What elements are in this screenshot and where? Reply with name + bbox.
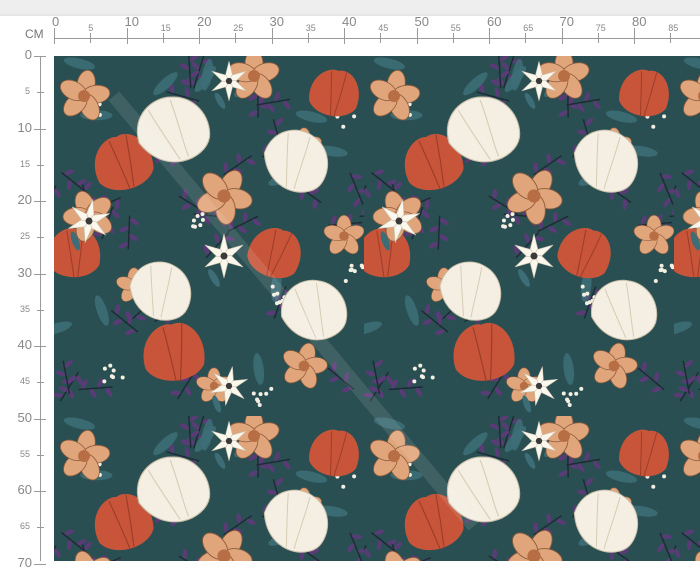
- horizontal-ruler-label: 0: [52, 14, 60, 29]
- horizontal-ruler-label: 10: [124, 14, 139, 29]
- vertical-ruler-label: 65: [19, 521, 30, 532]
- horizontal-ruler-tick: [561, 28, 563, 44]
- horizontal-ruler-tick: [162, 33, 164, 43]
- horizontal-ruler-tick: [126, 28, 128, 44]
- top-bar: [0, 0, 700, 14]
- vertical-ruler-tick: [37, 237, 44, 239]
- vertical-ruler-tick: [34, 56, 46, 57]
- horizontal-ruler-label: 45: [378, 23, 389, 33]
- vertical-ruler-label: 25: [19, 231, 30, 242]
- vertical-ruler-label: 45: [19, 376, 30, 387]
- vertical-ruler-tick: [37, 92, 44, 94]
- horizontal-ruler-tick: [90, 33, 92, 43]
- fabric-pattern-preview: [54, 56, 700, 561]
- vertical-ruler-tick: [34, 201, 46, 202]
- horizontal-ruler-label: 30: [269, 14, 284, 29]
- vertical-ruler-label: 20: [17, 192, 32, 207]
- horizontal-ruler-tick: [307, 33, 309, 43]
- vertical-ruler-label: 70: [17, 554, 32, 570]
- horizontal-ruler-label: 80: [632, 14, 647, 29]
- horizontal-ruler-tick: [416, 28, 418, 44]
- vertical-ruler-label: 50: [17, 409, 32, 425]
- horizontal-ruler-label: 40: [342, 14, 357, 29]
- vertical-ruler-label: 55: [19, 448, 30, 459]
- horizontal-ruler-tick: [235, 33, 237, 43]
- vertical-ruler-tick: [34, 563, 46, 565]
- vertical-ruler-baseline: [40, 56, 41, 561]
- horizontal-ruler-label: 25: [233, 23, 244, 33]
- horizontal-ruler-label: 70: [559, 14, 574, 29]
- horizontal-ruler-tick: [634, 28, 635, 44]
- horizontal-ruler-tick: [380, 33, 382, 43]
- vertical-ruler-label: 30: [17, 264, 32, 280]
- vertical-ruler-label: 35: [19, 303, 30, 314]
- horizontal-ruler-tick: [597, 33, 599, 43]
- horizontal-ruler-tick: [489, 28, 490, 44]
- horizontal-ruler-tick: [525, 33, 527, 43]
- horizontal-ruler-tick: [271, 28, 273, 44]
- horizontal-ruler-label: 35: [305, 23, 316, 33]
- horizontal-ruler-tick: [670, 33, 672, 43]
- vertical-ruler-label: 10: [17, 119, 32, 135]
- horizontal-ruler-label: 15: [160, 23, 171, 33]
- ruler-unit-label: CM: [25, 27, 44, 41]
- vertical-ruler-tick: [34, 418, 46, 420]
- horizontal-ruler-label: 55: [450, 23, 461, 33]
- vertical-ruler-tick: [37, 309, 44, 311]
- vertical-ruler-label: 60: [17, 482, 32, 497]
- vertical-ruler-label: 0: [24, 47, 32, 62]
- horizontal-ruler: 05101520253035404550556065707580859: [52, 14, 700, 56]
- vertical-ruler-label: 40: [17, 337, 32, 352]
- horizontal-ruler-baseline: [54, 38, 700, 39]
- horizontal-ruler-tick: [199, 28, 200, 44]
- floral-pattern: [54, 56, 700, 561]
- vertical-ruler-label: 5: [24, 86, 30, 97]
- vertical-ruler-tick: [37, 164, 44, 166]
- horizontal-ruler-tick: [344, 28, 345, 44]
- horizontal-ruler-label: 20: [197, 14, 212, 29]
- vertical-ruler-tick: [37, 527, 44, 529]
- vertical-ruler-tick: [34, 128, 46, 130]
- vertical-ruler-tick: [37, 382, 44, 384]
- horizontal-ruler-tick: [452, 33, 454, 43]
- horizontal-ruler-tick: [54, 28, 55, 44]
- vertical-ruler-label: 15: [19, 158, 30, 169]
- vertical-ruler: 0 5 10 15 20 25 30 35 40 45 50 55 60 65 70: [0, 48, 54, 569]
- vertical-ruler-tick: [37, 454, 44, 456]
- vertical-ruler-tick: [34, 273, 46, 275]
- vertical-ruler-tick: [34, 346, 46, 347]
- horizontal-ruler-label: 5: [88, 23, 94, 33]
- vertical-ruler-tick: [34, 491, 46, 492]
- horizontal-ruler-label: 65: [523, 23, 534, 33]
- horizontal-ruler-label: 75: [595, 23, 606, 33]
- horizontal-ruler-label: 85: [668, 23, 679, 33]
- horizontal-ruler-label: 60: [487, 14, 502, 29]
- horizontal-ruler-label: 50: [414, 14, 429, 29]
